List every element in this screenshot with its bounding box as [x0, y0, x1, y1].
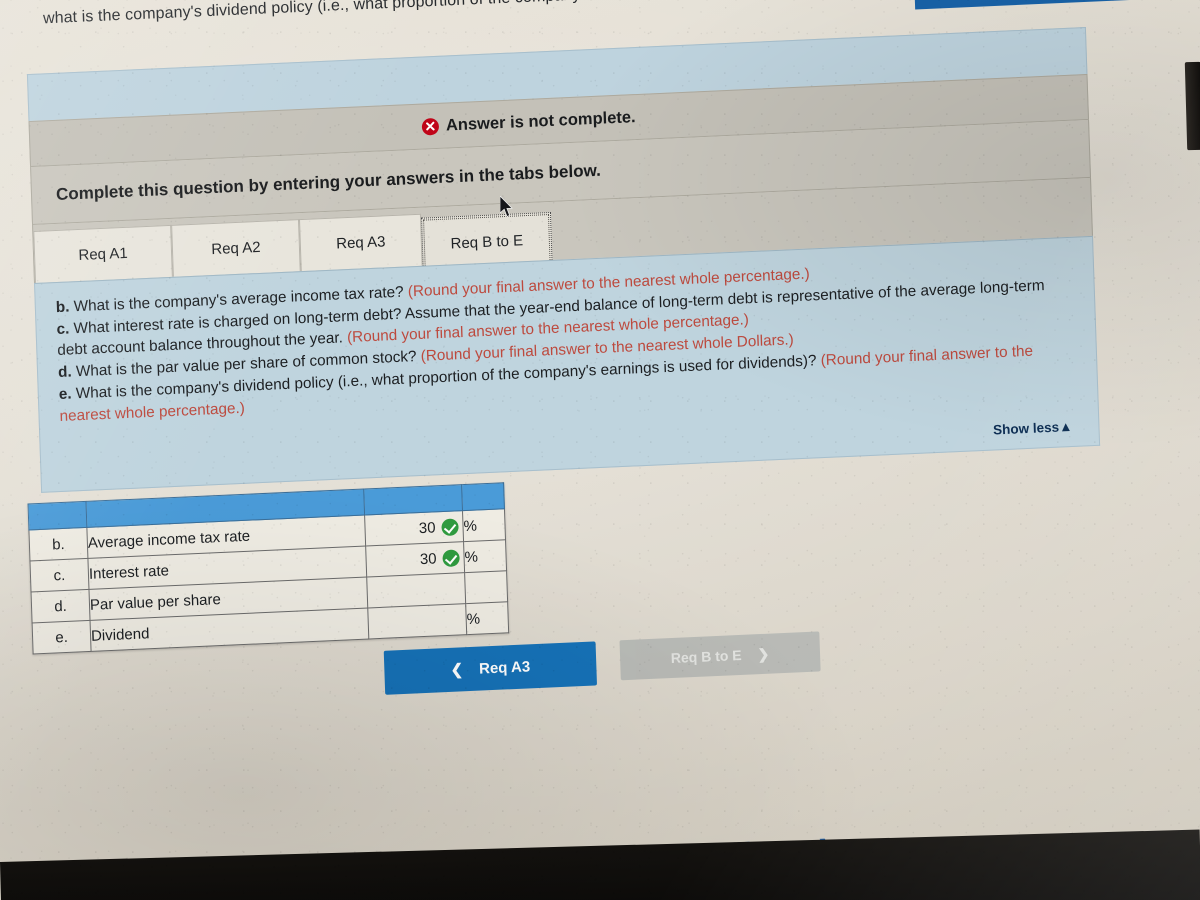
- next-requirement-label: Req B to E: [670, 646, 742, 667]
- check-circle-icon: [441, 517, 459, 536]
- tab-req-b-to-e-label: Req B to E: [450, 231, 524, 252]
- row-unit-e: %: [465, 601, 509, 635]
- row-value-cell-e[interactable]: [367, 603, 467, 639]
- question-key-c: c.: [56, 320, 70, 338]
- row-value-c: 30: [419, 549, 437, 568]
- row-key-d: d.: [31, 589, 91, 623]
- caret-up-icon: ▲: [1058, 418, 1073, 435]
- photo-of-screen: does not indicate completio what is the …: [0, 0, 1200, 900]
- show-less-label: Show less: [992, 419, 1060, 438]
- row-value-b: 30: [418, 518, 436, 537]
- tab-req-a1-label: Req A1: [78, 244, 128, 265]
- row-key-b: b.: [28, 527, 88, 561]
- answer-table-header-unit: [461, 482, 505, 511]
- answer-table: b. Average income tax rate 30 % c. Inter…: [27, 482, 510, 655]
- row-key-c: c.: [29, 558, 89, 592]
- show-less-link[interactable]: Show less▲: [993, 419, 1073, 438]
- top-completion-banner: does not indicate completio: [912, 0, 1200, 10]
- screen-bezel-right: [1184, 61, 1200, 151]
- tab-req-a3[interactable]: Req A3: [298, 213, 423, 272]
- question-key-d: d.: [57, 363, 72, 382]
- next-requirement-button[interactable]: Req B to E ❯: [619, 631, 821, 681]
- instruction-text: Complete this question by entering your …: [55, 160, 602, 204]
- prev-requirement-button[interactable]: ❮ Req A3: [383, 641, 598, 695]
- top-completion-banner-text: does not indicate completio: [944, 0, 1136, 3]
- chevron-left-icon: ❮: [450, 661, 464, 679]
- tab-req-a3-label: Req A3: [335, 233, 386, 253]
- chevron-right-icon: ❯: [757, 645, 770, 662]
- row-unit-b: %: [462, 508, 506, 542]
- row-unit-c: %: [463, 539, 507, 573]
- tab-req-a2-label: Req A2: [211, 238, 261, 259]
- row-key-e: e.: [32, 620, 92, 654]
- browser-content: does not indicate completio what is the …: [0, 0, 1200, 900]
- check-circle-icon: [442, 548, 460, 567]
- row-value-cell-b[interactable]: 30: [364, 510, 464, 547]
- question-key-e: e.: [58, 385, 72, 403]
- row-value-cell-d[interactable]: [366, 572, 466, 608]
- answer-table-header-key: [28, 501, 87, 530]
- row-unit-d: [464, 570, 508, 604]
- tab-req-a1[interactable]: Req A1: [33, 224, 173, 283]
- question-key-b: b.: [55, 298, 70, 317]
- answer-status-text: Answer is not complete.: [445, 107, 636, 135]
- x-circle-icon: [421, 117, 440, 136]
- tab-req-a2[interactable]: Req A2: [171, 219, 301, 277]
- prev-requirement-label: Req A3: [478, 657, 531, 678]
- row-value-cell-c[interactable]: 30: [365, 541, 465, 578]
